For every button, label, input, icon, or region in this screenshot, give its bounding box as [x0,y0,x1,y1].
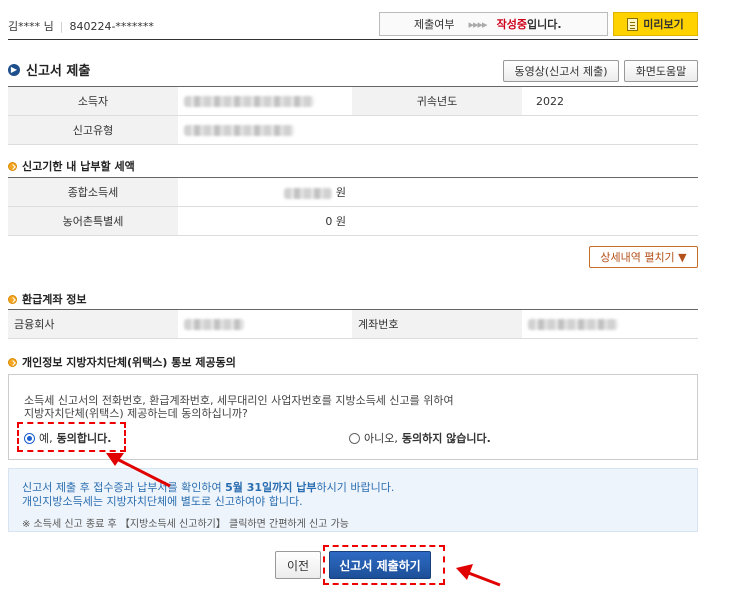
filing-type-label: 신고유형 [8,115,178,145]
screen-help-button[interactable]: 화면도움말 [624,60,698,82]
refund-account-table: 금융회사 계좌번호 [8,309,698,339]
arrow-icon [456,564,501,587]
table-row: 신고유형 [8,115,698,145]
header-divider [8,39,698,40]
page-title: ▶ 신고서 제출 [8,60,90,79]
redacted-value [528,319,618,330]
account-value [522,309,698,339]
page-title-text: 신고서 제출 [26,64,91,79]
user-id: 840224-******* [69,20,154,33]
empty-cell [352,206,698,236]
video-guide-button[interactable]: 동영상(신고서 제출) [503,60,619,82]
bullet-icon [8,294,17,304]
tax-table: 종합소득세 원 농어촌특별세 0 원 [8,177,698,236]
bullet-icon [8,357,17,367]
consent-yes-option[interactable]: 예, 동의합니다. [24,430,111,446]
consent-text-line1: 소득세 신고서의 전화번호, 환급계좌번호, 세무대리인 사업자번호를 지방소득… [24,394,454,407]
year-value: 2022 [522,86,698,116]
radio-unselected-icon[interactable] [349,432,360,444]
tax-section-title-text: 신고기한 내 납부할 세액 [22,160,135,173]
table-row: 소득자 귀속년도 2022 [8,86,698,116]
document-icon [627,17,639,31]
tax-section-title: 신고기한 내 납부할 세액 [8,158,135,174]
divider: | [59,20,64,33]
bank-value [178,309,352,339]
income-tax-unit: 원 [335,186,346,199]
income-tax-label: 종합소득세 [8,177,178,207]
filer-info-table: 소득자 귀속년도 2022 신고유형 [8,86,698,145]
table-row: 농어촌특별세 0 원 [8,206,698,236]
table-row: 종합소득세 원 [8,177,698,207]
user-name: 김**** 님 [8,20,54,33]
arrow-circle-icon: ▶ [8,63,20,76]
redacted-value [184,319,244,330]
empty-cell [352,177,698,207]
income-tax-value: 원 [178,177,352,207]
redacted-value [184,96,314,107]
user-info: 김**** 님 | 840224-******* [8,18,154,34]
info-text: 하시기 바랍니다. [316,481,395,494]
bullet-icon [8,161,17,171]
rural-tax-value: 0 [325,215,333,228]
preview-button[interactable]: 미리보기 [613,12,698,36]
radio-selected-icon[interactable] [24,432,35,444]
refund-section-title-text: 환급계좌 정보 [22,293,87,306]
rural-tax-unit: 원 [335,215,346,228]
status-label: 제출여부 [414,18,455,31]
consent-text-line2: 지방자치단체(위택스) 제공하는데 동의하십니까? [24,407,248,420]
status-arrows-icon: ▸▸▸▸ [468,17,487,31]
info-note: ※ 소득세 신고 종료 후 【지방소득세 신고하기】 클릭하면 간편하게 신고 … [22,519,349,530]
bank-label: 금융회사 [8,309,178,339]
consent-no-option[interactable]: 아니오, 동의하지 않습니다. [349,430,491,446]
income-earner-label: 소득자 [8,86,178,116]
filing-type-value [178,115,698,145]
consent-section-title-text: 개인정보 지방자치단체(위택스) 통보 제공동의 [22,356,236,369]
expand-details-button[interactable]: 상세내역 펼치기 ▼ [589,246,698,268]
redacted-value [284,187,333,199]
income-earner-value [178,86,352,116]
refund-section-title: 환급계좌 정보 [8,291,87,307]
year-label: 귀속년도 [352,86,522,116]
consent-section-title: 개인정보 지방자치단체(위택스) 통보 제공동의 [8,354,236,370]
previous-button[interactable]: 이전 [275,551,321,579]
status-value: 작성중 [496,18,527,31]
no-prefix: 아니오, [364,432,398,445]
submission-status: 제출여부 ▸▸▸▸ 작성중 입니다. [379,12,608,36]
rural-tax-label: 농어촌특별세 [8,206,178,236]
status-suffix: 입니다. [526,18,562,31]
table-row: 금융회사 계좌번호 [8,309,698,339]
rural-tax-cell: 0 원 [178,206,352,236]
consent-question: 소득세 신고서의 전화번호, 환급계좌번호, 세무대리인 사업자번호를 지방소득… [24,394,584,420]
preview-label: 미리보기 [643,18,684,31]
info-line-2: 개인지방소득세는 지방자치단체에 별도로 신고하여야 합니다. [22,495,303,508]
submit-return-button[interactable]: 신고서 제출하기 [329,551,431,579]
redacted-value [184,125,294,136]
no-label: 동의하지 않습니다. [401,432,491,445]
yes-label: 동의합니다. [56,432,112,445]
yes-prefix: 예, [39,432,53,445]
account-label: 계좌번호 [352,309,522,339]
